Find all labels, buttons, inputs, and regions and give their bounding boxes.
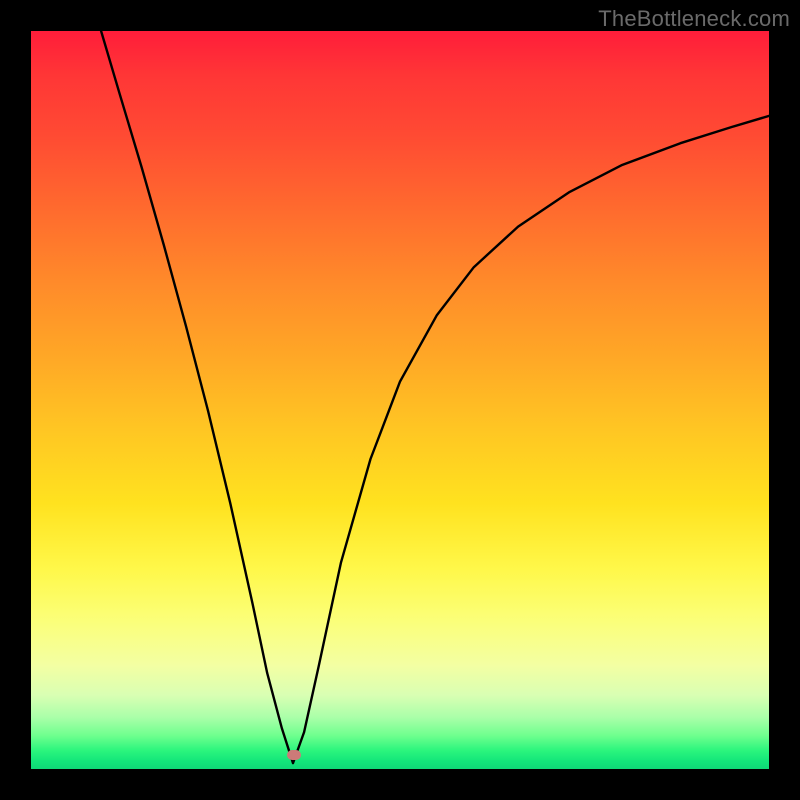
watermark-text: TheBottleneck.com [598,6,790,32]
plot-area [31,31,769,769]
bottleneck-curve [101,31,769,763]
curve-layer [31,31,769,769]
chart-container: TheBottleneck.com [0,0,800,800]
optimum-marker [287,750,301,760]
